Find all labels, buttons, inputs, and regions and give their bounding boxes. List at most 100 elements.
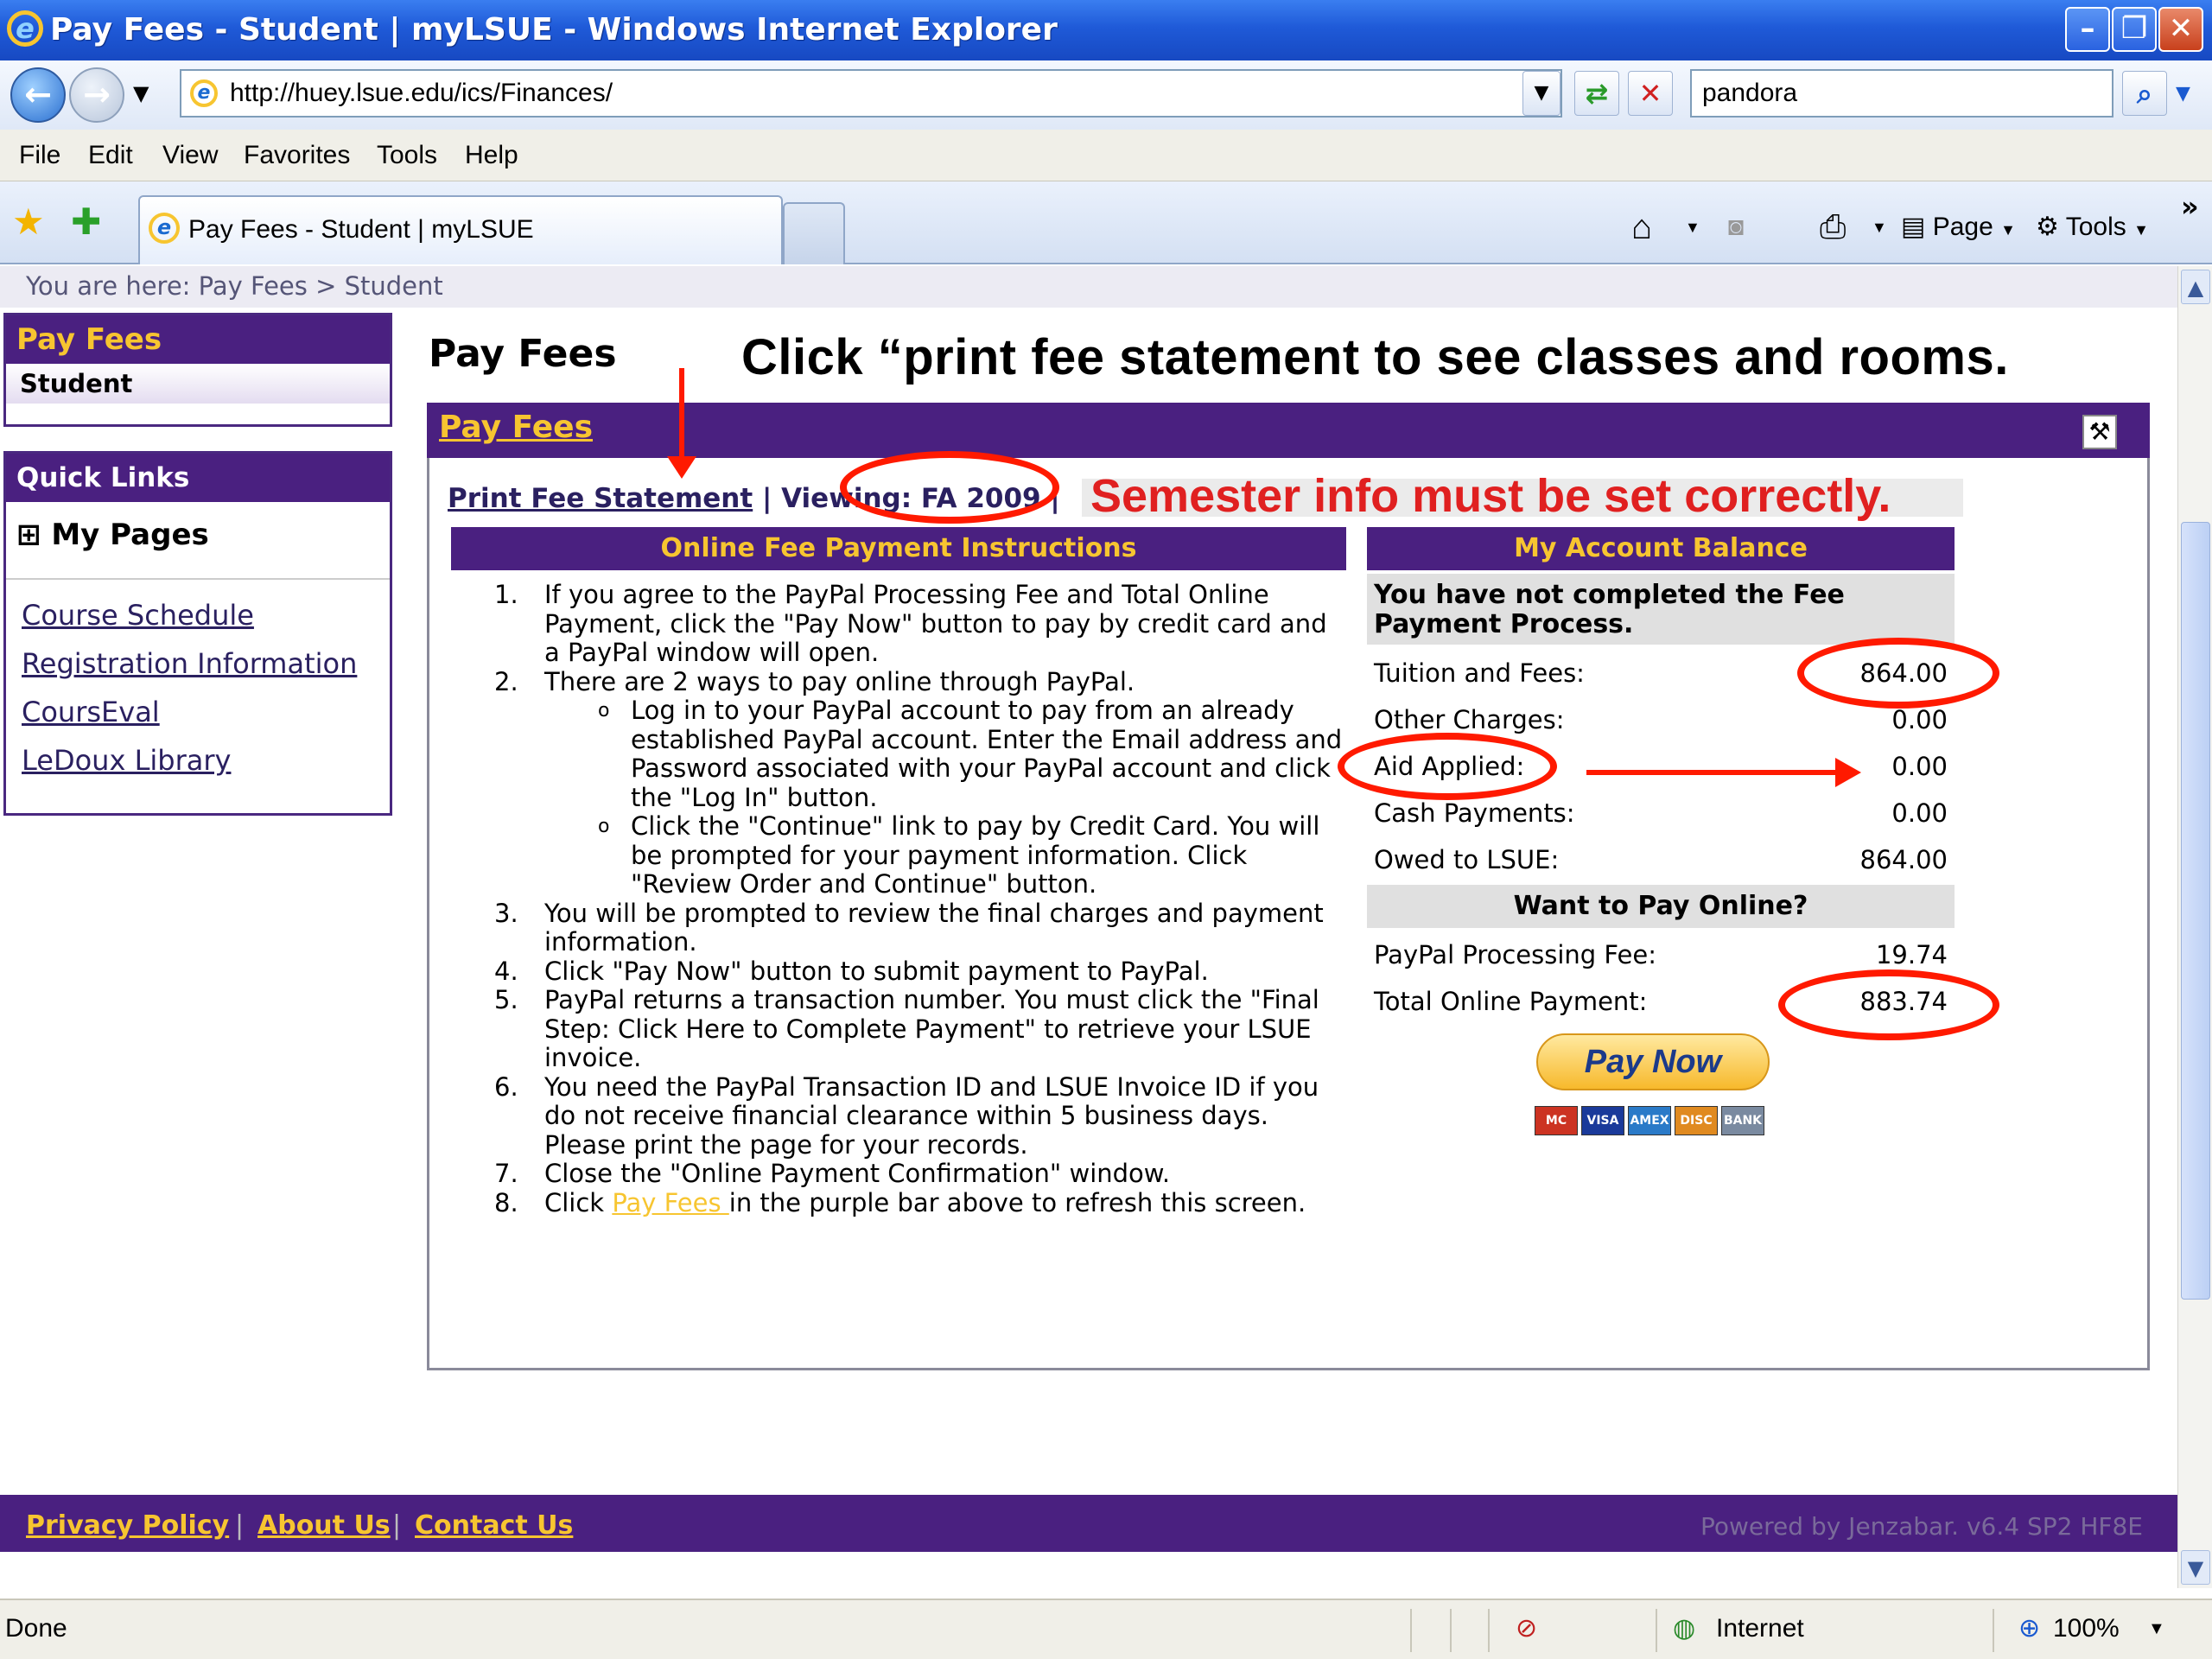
new-tab-button[interactable] (783, 202, 845, 264)
search-input[interactable]: pandora (1690, 69, 2113, 118)
history-dropdown-icon[interactable]: ▼ (133, 81, 149, 105)
page-ie-icon: e (190, 79, 218, 107)
list-item: 8. Click Pay Fees in the purple bar above… (494, 1187, 1306, 1217)
menu-help[interactable]: Help (465, 130, 518, 181)
tools-label: Tools (2065, 213, 2126, 241)
zoom-icon: ⊕ (2018, 1614, 2041, 1643)
breadcrumb: You are here: Pay Fees > Student (0, 266, 2177, 308)
menu-file[interactable]: File (19, 130, 60, 181)
back-button[interactable]: ← (10, 67, 66, 123)
stop-button[interactable]: ✕ (1628, 71, 1673, 116)
zoom-dropdown-icon[interactable]: ▼ (2148, 1600, 2165, 1657)
address-url: http://huey.lsue.edu/ics/Finances/ (230, 79, 613, 107)
link-registration-information[interactable]: Registration Information (22, 647, 357, 680)
amex-icon: AMEX (1628, 1106, 1671, 1135)
address-dropdown-button[interactable]: ▼ (1522, 71, 1560, 116)
menu-favorites[interactable]: Favorites (244, 130, 350, 181)
window-title: Pay Fees - Student | myLSUE - Windows In… (50, 12, 1058, 48)
print-dropdown-icon[interactable]: ▼ (1872, 206, 1887, 249)
link-course-schedule[interactable]: Course Schedule (22, 599, 254, 632)
powered-by: Powered by Jenzabar. v6.4 SP2 HF8E (1700, 1512, 2143, 1541)
bank-icon: BANK (1721, 1106, 1764, 1135)
refresh-button[interactable]: ⇄ (1574, 71, 1619, 116)
search-options-icon[interactable]: ▼ (2176, 83, 2190, 105)
search-button[interactable]: ⌕ (2122, 71, 2167, 116)
cash-payments-value: 0.00 (1891, 798, 1948, 828)
scroll-thumb[interactable] (2181, 522, 2210, 1300)
tab-title: Pay Fees - Student | myLSUE (188, 215, 534, 244)
print-icon[interactable]: ⎙ (1820, 206, 1846, 249)
portlet-title-link[interactable]: Pay Fees (439, 410, 593, 445)
maximize-button[interactable]: ❐ (2112, 7, 2157, 52)
menu-view[interactable]: View (162, 130, 218, 181)
link-ledoux-library[interactable]: LeDoux Library (22, 744, 231, 777)
my-pages[interactable]: ⊞ My Pages (16, 518, 209, 552)
home-icon[interactable]: ⌂ (1631, 206, 1652, 249)
inline-pay-fees-link[interactable]: Pay Fees (612, 1188, 728, 1217)
list-item: 3. You will be prompted to review the fin… (494, 898, 1324, 957)
address-bar[interactable]: http://huey.lsue.edu/ics/Finances/ (180, 69, 1562, 118)
tools-menu-button[interactable]: ⚙ Tools ▼ (2036, 206, 2149, 249)
list-item: 2. There are 2 ways to pay online through… (494, 666, 1135, 696)
toolbar-overflow-button[interactable]: » (2181, 190, 2199, 223)
menu-tools[interactable]: Tools (377, 130, 437, 181)
favorites-star-icon[interactable]: ★ (12, 200, 45, 243)
tab-pay-fees[interactable]: Pay Fees - Student | myLSUE (138, 195, 783, 264)
close-window-button[interactable]: ✕ (2158, 7, 2203, 52)
footer-separator: | (392, 1510, 402, 1541)
page-icon: ▤ (1901, 213, 1926, 241)
rss-icon[interactable]: ◙ (1728, 206, 1744, 249)
about-us-link[interactable]: About Us (257, 1510, 391, 1541)
my-pages-label: My Pages (51, 518, 209, 552)
instructions-header: Online Fee Payment Instructions (451, 527, 1346, 570)
balance-row-owed: Owed to LSUE: 864.00 (1374, 836, 1948, 883)
window-title-bar: Pay Fees - Student | myLSUE - Windows In… (0, 0, 2212, 60)
discover-icon: DISC (1675, 1106, 1718, 1135)
sidebar-item-student[interactable]: Student (6, 364, 390, 404)
mastercard-icon: MC (1535, 1106, 1578, 1135)
pay-online-header: Want to Pay Online? (1367, 885, 1955, 928)
pay-now-button[interactable]: Pay Now (1536, 1033, 1770, 1090)
semester-annotation: Semester info must be set correctly. (1082, 473, 1963, 519)
status-text: Done (5, 1614, 67, 1643)
sub-list-item: o Click the "Continue" link to pay by Cre… (598, 811, 1320, 899)
list-item: 7. Close the "Online Payment Confirmation… (494, 1159, 1171, 1188)
page-menu-button[interactable]: ▤ Page ▼ (1901, 206, 2016, 249)
annotation-oval-total (1778, 969, 1999, 1040)
add-favorites-icon[interactable]: ✚ (71, 200, 101, 243)
globe-icon: ◍ (1673, 1614, 1696, 1643)
print-fee-statement-link[interactable]: Print Fee Statement (448, 483, 753, 514)
annotation-oval-aid (1338, 733, 1557, 800)
annotation-arrow-head-right (1835, 758, 1861, 787)
forward-button[interactable]: → (69, 67, 124, 123)
vertical-scrollbar[interactable]: ▲ ▼ (2177, 266, 2212, 1588)
payment-status-notice: You have not completed the Fee Payment P… (1367, 574, 1955, 645)
page-title: Pay Fees (429, 332, 617, 376)
list-item: 6. You need the PayPal Transaction ID and… (494, 1071, 1319, 1160)
payment-instructions: 1. If you agree to the PayPal Processing … (484, 580, 1348, 1217)
security-zone: Internet (1716, 1614, 1804, 1643)
minimize-button[interactable]: – (2065, 7, 2110, 52)
zoom-level[interactable]: 100% (2053, 1600, 2120, 1657)
privacy-policy-link[interactable]: Privacy Policy (26, 1510, 229, 1541)
sidebar-pay-fees-header[interactable]: Pay Fees (6, 315, 390, 364)
annotation-arrow-shaft (679, 368, 684, 467)
scroll-up-button[interactable]: ▲ (2181, 270, 2210, 304)
annotation-oval-semester (840, 451, 1059, 524)
privacy-report-icon[interactable]: ⊘ (1516, 1600, 1537, 1657)
list-item: 5. PayPal returns a transaction number. Y… (494, 985, 1319, 1072)
portlet-settings-icon[interactable]: ⚒ (2082, 415, 2117, 449)
menu-bar: File Edit View Favorites Tools Help (0, 130, 2212, 181)
menu-edit[interactable]: Edit (88, 130, 133, 181)
page-label: Page (1932, 213, 1993, 241)
tools-gear-icon: ⚙ (2036, 213, 2059, 241)
home-dropdown-icon[interactable]: ▼ (1685, 206, 1700, 249)
annotation-arrow-right-shaft (1586, 770, 1846, 775)
expand-icon[interactable]: ⊞ (16, 518, 41, 552)
sidebar-pay-fees: Pay Fees Student (3, 313, 392, 427)
tools-dropdown-icon: ▼ (2133, 221, 2149, 238)
contact-us-link[interactable]: Contact Us (415, 1510, 573, 1541)
scroll-down-button[interactable]: ▼ (2181, 1550, 2210, 1585)
ie-logo-icon: e (7, 10, 43, 47)
link-courseval[interactable]: CoursEval (22, 696, 160, 728)
